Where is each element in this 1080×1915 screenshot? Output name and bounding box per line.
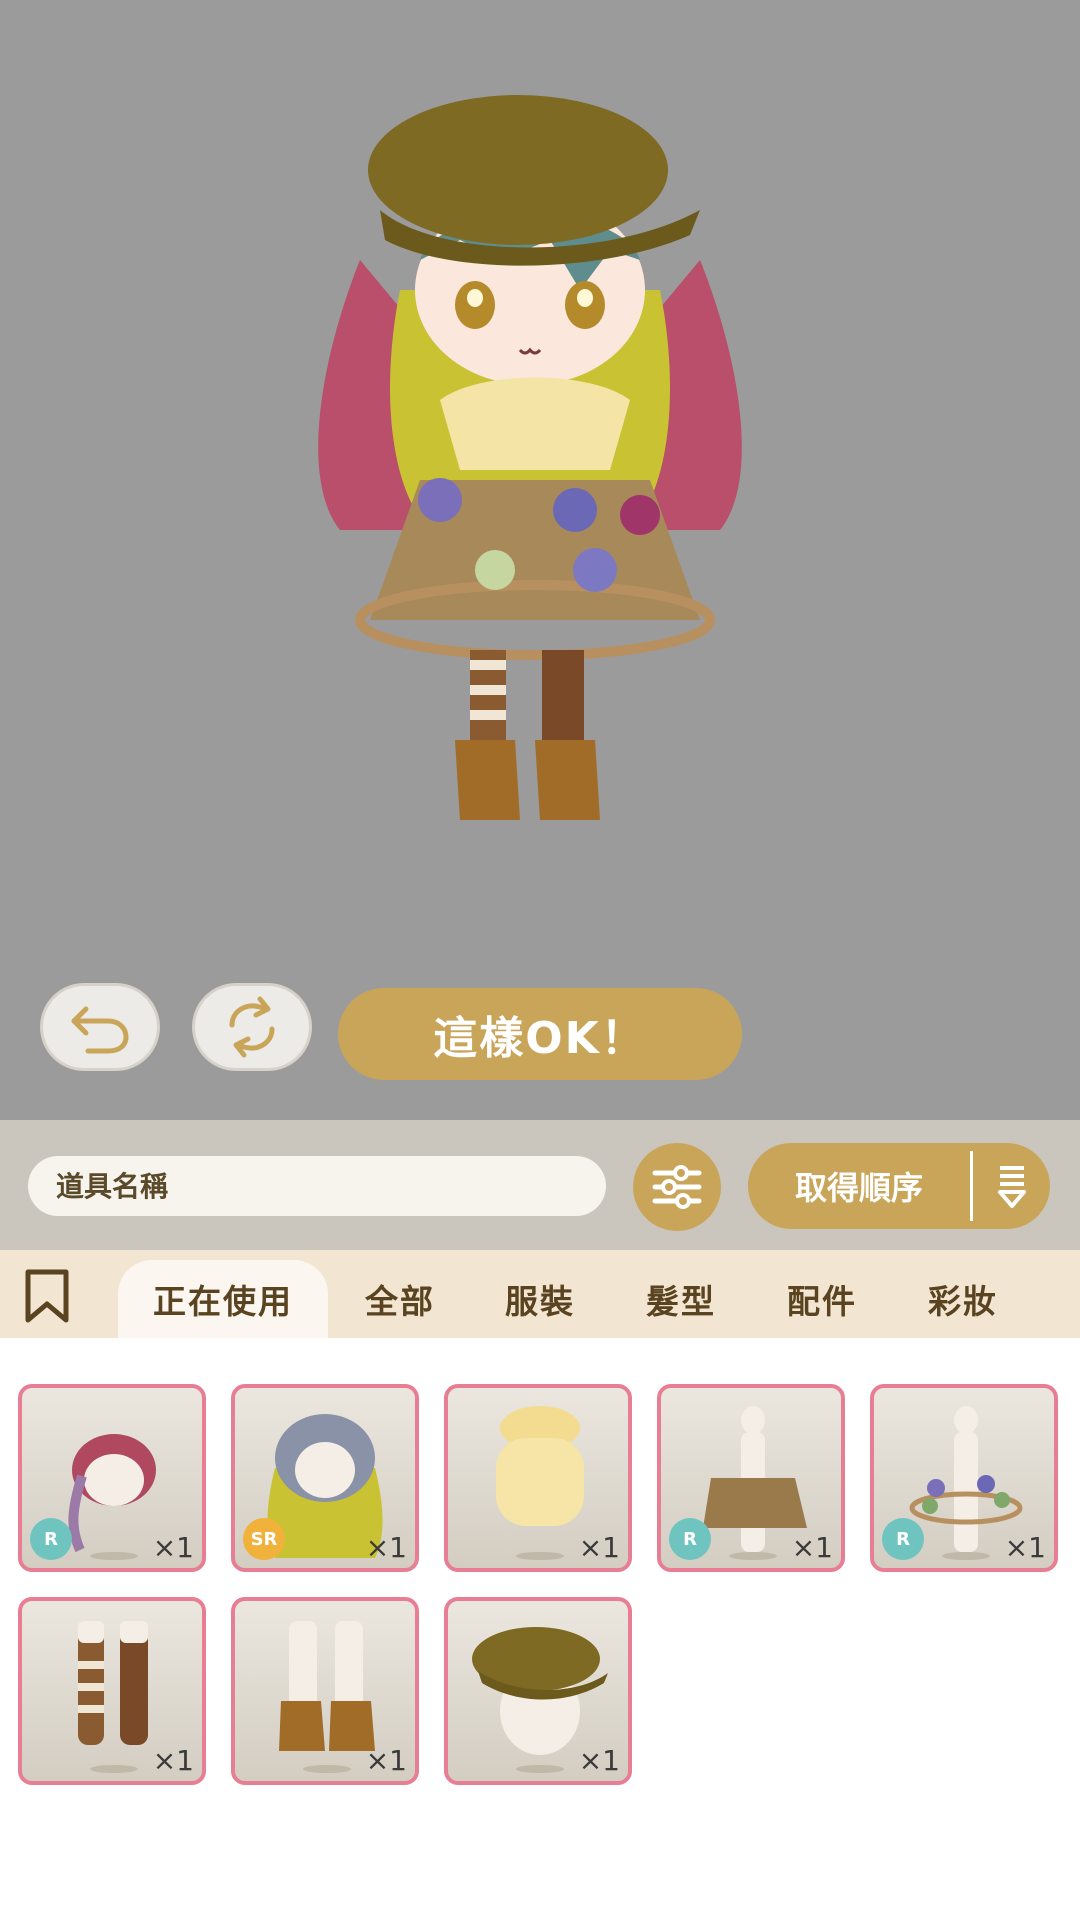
undo-button[interactable] — [40, 983, 160, 1071]
item-grid: R ×1 SR ×1 ×1 R ×1 R ×1 ×1 ×1 ×1 — [0, 1338, 1080, 1915]
search-input[interactable] — [28, 1156, 606, 1216]
item-card-top-ruffle[interactable]: ×1 — [444, 1384, 632, 1572]
item-quantity: ×1 — [365, 1744, 407, 1777]
confirm-button[interactable]: 這樣OK！ — [338, 988, 742, 1080]
tab-in-use[interactable]: 正在使用 — [118, 1260, 328, 1338]
sliders-icon — [652, 1165, 702, 1209]
tab-hairstyle[interactable]: 髮型 — [626, 1260, 736, 1338]
refresh-icon — [229, 996, 275, 1058]
sort-order-icon[interactable] — [973, 1164, 1050, 1208]
rarity-badge: SR — [243, 1518, 285, 1560]
item-card-hair-braid[interactable]: R ×1 — [18, 1384, 206, 1572]
item-card-cage-skirt[interactable]: R ×1 — [870, 1384, 1058, 1572]
item-card-boots[interactable]: ×1 — [231, 1597, 419, 1785]
item-card-newsboy-cap[interactable]: ×1 — [444, 1597, 632, 1785]
item-quantity: ×1 — [578, 1531, 620, 1564]
rarity-badge: R — [669, 1518, 711, 1560]
rarity-badge: R — [30, 1518, 72, 1560]
tab-clothing[interactable]: 服裝 — [485, 1260, 595, 1338]
item-quantity: ×1 — [578, 1744, 620, 1777]
tab-all[interactable]: 全部 — [345, 1260, 455, 1338]
item-quantity: ×1 — [1004, 1531, 1046, 1564]
item-quantity: ×1 — [365, 1531, 407, 1564]
undo-icon — [71, 1006, 129, 1054]
item-quantity: ×1 — [152, 1744, 194, 1777]
search-toolbar: 取得順序 — [0, 1120, 1080, 1250]
tab-makeup[interactable]: 彩妝 — [908, 1260, 1018, 1338]
category-tabs: 正在使用 全部 服裝 髮型 配件 彩妝 — [0, 1250, 1080, 1338]
preview-stage — [0, 0, 1080, 1120]
rarity-badge: R — [882, 1518, 924, 1560]
item-card-stockings[interactable]: ×1 — [18, 1597, 206, 1785]
avatar-preview — [318, 95, 742, 820]
tab-accessories[interactable]: 配件 — [767, 1260, 877, 1338]
item-card-skirt-plaid[interactable]: R ×1 — [657, 1384, 845, 1572]
item-card-hair-long-wavy[interactable]: SR ×1 — [231, 1384, 419, 1572]
refresh-button[interactable] — [192, 983, 312, 1071]
sort-label: 取得順序 — [794, 1169, 923, 1207]
sort-button[interactable]: 取得順序 — [748, 1143, 1050, 1229]
filter-button[interactable] — [633, 1143, 721, 1231]
bookmark-icon[interactable] — [22, 1268, 72, 1324]
item-quantity: ×1 — [791, 1531, 833, 1564]
item-quantity: ×1 — [152, 1531, 194, 1564]
